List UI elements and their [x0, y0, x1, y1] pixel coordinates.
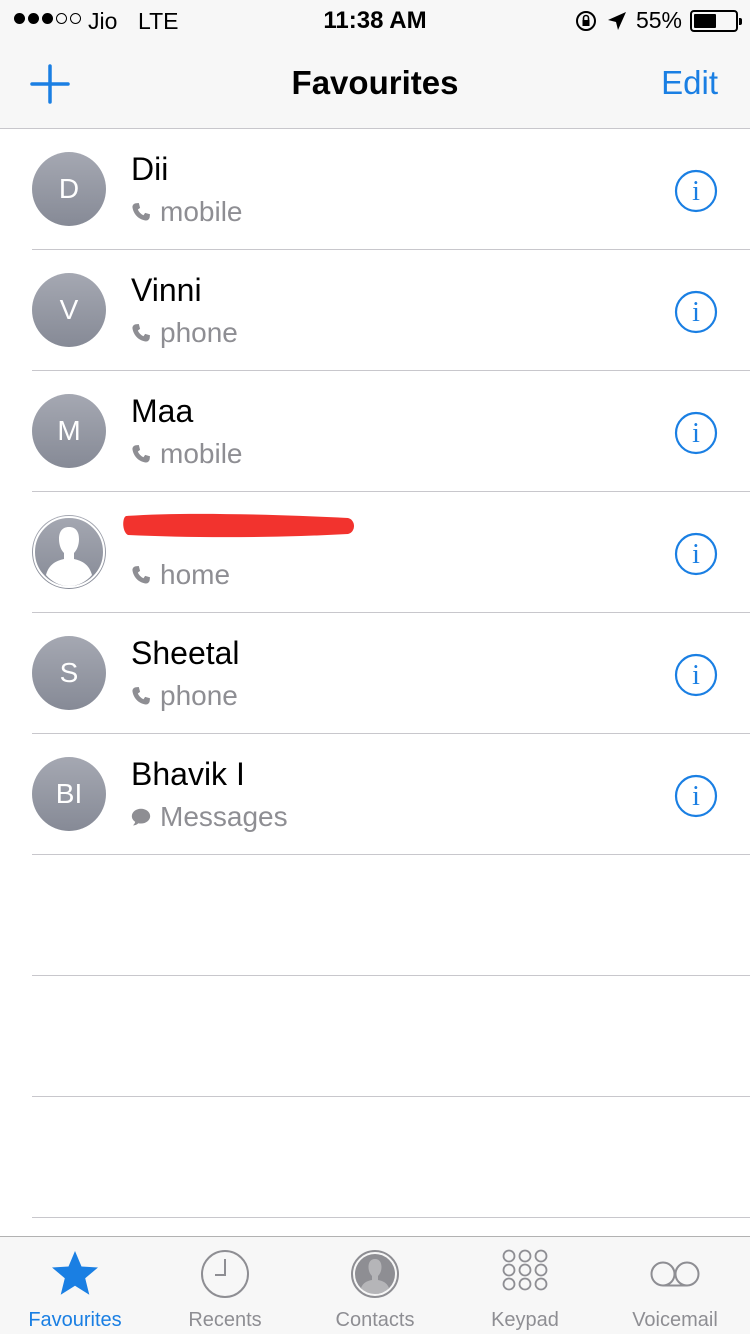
status-bar: Jio LTE 11:38 AM 55%: [0, 0, 750, 40]
tab-label: Favourites: [28, 1309, 122, 1331]
tab-voicemail[interactable]: Voicemail: [600, 1237, 750, 1334]
contact-type-line: mobile: [130, 196, 242, 228]
contact-type-line: phone: [130, 317, 238, 349]
favourite-row-bhavik[interactable]: BI Bhavik I Messages i: [0, 734, 750, 855]
message-bubble-icon: [131, 808, 151, 826]
orientation-lock-icon: [575, 10, 596, 31]
favourite-row-sheetal[interactable]: S Sheetal phone i: [0, 613, 750, 734]
person-silhouette-icon: [33, 516, 105, 588]
favourites-list: D Dii mobile i V Vinni phone i M Maa mob…: [0, 129, 750, 1218]
info-button[interactable]: i: [674, 774, 718, 818]
phone-icon: [132, 566, 150, 584]
location-arrow-icon: [607, 11, 626, 30]
favourite-row-dii[interactable]: D Dii mobile i: [0, 129, 750, 250]
tab-label: Recents: [188, 1309, 262, 1331]
battery-icon: [690, 9, 742, 32]
svg-text:i: i: [692, 781, 700, 812]
avatar: V: [32, 273, 106, 347]
tab-label: Keypad: [491, 1309, 559, 1331]
star-icon: [52, 1251, 98, 1295]
keypad-icon: [502, 1249, 548, 1291]
phone-icon: [132, 687, 150, 705]
contact-type: mobile: [160, 196, 243, 227]
info-button[interactable]: i: [674, 169, 718, 213]
battery-percent: 55%: [635, 7, 682, 33]
phone-icon: [132, 445, 150, 463]
contact-type-line: mobile: [130, 438, 242, 470]
info-button[interactable]: i: [674, 290, 718, 334]
contact-name: Vinni: [131, 272, 202, 308]
contact-name: Bhavik I: [131, 756, 245, 792]
contact-type: phone: [160, 680, 238, 711]
info-button[interactable]: i: [674, 532, 718, 576]
svg-text:i: i: [692, 660, 700, 691]
tab-label: Voicemail: [632, 1309, 718, 1331]
empty-list-row: [0, 1097, 750, 1218]
info-button[interactable]: i: [674, 411, 718, 455]
contact-type-line: Messages: [130, 801, 288, 833]
tab-recents[interactable]: Recents: [150, 1237, 300, 1334]
battery-tip: [739, 17, 742, 25]
favourite-row-vinni[interactable]: V Vinni phone i: [0, 250, 750, 371]
row-divider: [32, 1217, 750, 1218]
svg-text:i: i: [692, 418, 700, 449]
edit-button[interactable]: Edit: [661, 64, 718, 102]
avatar: D: [32, 152, 106, 226]
battery-level: [694, 13, 716, 28]
page-title: Favourites: [291, 64, 459, 101]
tab-label: Contacts: [335, 1309, 415, 1331]
tab-keypad[interactable]: Keypad: [450, 1237, 600, 1334]
contact-type: phone: [160, 317, 238, 348]
tab-bar: Favourites Recents Contacts Keypad Voice…: [0, 1236, 750, 1334]
voicemail-icon: [650, 1261, 700, 1287]
contact-type: Messages: [160, 801, 288, 832]
contact-name: Dii: [131, 151, 169, 187]
info-button[interactable]: i: [674, 653, 718, 697]
favourite-row-maa[interactable]: M Maa mobile i: [0, 371, 750, 492]
avatar: [32, 515, 106, 589]
svg-text:i: i: [692, 176, 700, 207]
svg-text:i: i: [692, 539, 700, 570]
phone-icon: [132, 324, 150, 342]
contacts-icon: [351, 1250, 399, 1298]
tab-favourites[interactable]: Favourites: [0, 1237, 150, 1334]
clock-icon: [201, 1250, 249, 1298]
navigation-bar: Favourites Edit: [0, 40, 750, 129]
contact-name: Maa: [131, 393, 194, 429]
contact-name: Sheetal: [131, 635, 240, 671]
contact-type: home: [160, 559, 231, 590]
avatar: M: [32, 394, 106, 468]
svg-text:i: i: [692, 297, 700, 328]
avatar: S: [32, 636, 106, 710]
empty-list-row: [0, 855, 750, 976]
tab-contacts[interactable]: Contacts: [300, 1237, 450, 1334]
phone-icon: [132, 203, 150, 221]
status-indicators: 55%: [574, 7, 742, 34]
favourite-row-redacted[interactable]: home i: [0, 492, 750, 613]
contact-type-line: home: [130, 559, 230, 591]
avatar: BI: [32, 757, 106, 831]
empty-list-row: [0, 976, 750, 1097]
redaction-mark: [123, 513, 354, 538]
contact-type: mobile: [160, 438, 243, 469]
contact-type-line: phone: [130, 680, 238, 712]
